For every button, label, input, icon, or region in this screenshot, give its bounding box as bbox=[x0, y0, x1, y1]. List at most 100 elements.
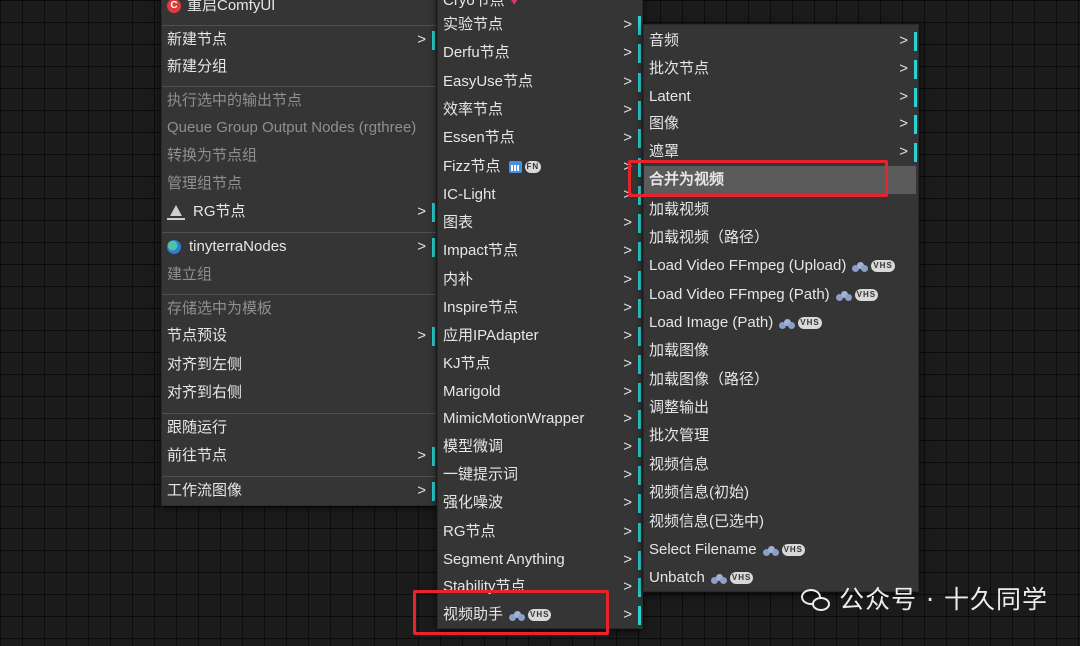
menu-item-load-images[interactable]: 加载图像 bbox=[644, 337, 918, 365]
chevron-right-icon: > bbox=[899, 32, 908, 49]
vhs-badge: VHS bbox=[781, 544, 806, 557]
submenu-marker bbox=[914, 143, 917, 162]
menu-item-derfu-nodes[interactable]: Derfu节点 > bbox=[438, 39, 642, 67]
menu-item-label: 执行选中的输出节点 bbox=[167, 92, 303, 109]
menu-item-rg-nodes-2[interactable]: RG节点 > bbox=[438, 518, 642, 546]
menu-item-enhance-noise[interactable]: 强化噪波 > bbox=[438, 489, 642, 517]
menu-item-label: Load Video FFmpeg (Upload) bbox=[649, 257, 847, 274]
menu-item-essen-nodes[interactable]: Essen节点 > bbox=[438, 124, 642, 152]
menu-item-label: KJ节点 bbox=[443, 355, 491, 372]
globe-icon bbox=[167, 240, 181, 255]
menu-item-one-click-prompt[interactable]: 一键提示词 > bbox=[438, 461, 642, 489]
menu-item-video-info[interactable]: 视频信息 bbox=[644, 451, 918, 479]
menu-item-save-as-template: 存储选中为模板 bbox=[162, 294, 436, 322]
menu-item-label: Queue Group Output Nodes (rgthree) bbox=[167, 119, 417, 136]
menu-item-ic-light[interactable]: IC-Light > bbox=[438, 181, 642, 209]
submenu-marker bbox=[638, 551, 641, 570]
menu-item-new-node[interactable]: 新建节点 > bbox=[162, 25, 436, 53]
submenu-marker bbox=[638, 355, 641, 374]
menu-item-load-video-ffmpeg-upload[interactable]: Load Video FFmpeg (Upload) VHS bbox=[644, 252, 918, 280]
menu-item-video-info-loaded[interactable]: 视频信息(已选中) bbox=[644, 508, 918, 536]
menu-item-experimental-nodes[interactable]: 实验节点 > bbox=[438, 11, 642, 39]
menu-item-label: 前往节点 bbox=[167, 447, 228, 464]
menu-item-tinyterra-nodes[interactable]: tinyterraNodes > bbox=[162, 232, 436, 260]
menu-item-label: Essen节点 bbox=[443, 129, 515, 146]
chevron-right-icon: > bbox=[623, 383, 632, 400]
menu-item-audio[interactable]: 音频 > bbox=[644, 27, 918, 55]
menu-item-label: 视频信息(已选中) bbox=[649, 513, 764, 530]
menu-item-label: 管理组节点 bbox=[167, 175, 243, 192]
menu-item-mimicmotion-wrapper[interactable]: MimicMotionWrapper > bbox=[438, 405, 642, 433]
vhs-badge: VHS bbox=[729, 572, 754, 585]
menu-item-label: 批次节点 bbox=[649, 60, 710, 77]
menu-item-adjust-output[interactable]: 调整输出 bbox=[644, 394, 918, 422]
menu-item-load-images-path[interactable]: 加载图像（路径） bbox=[644, 366, 918, 394]
menu-item-batch-manager[interactable]: 批次管理 bbox=[644, 422, 918, 450]
video-helper-icon bbox=[852, 260, 869, 273]
submenu-marker bbox=[638, 578, 641, 597]
submenu-marker bbox=[638, 383, 641, 402]
menu-item-batch-nodes[interactable]: 批次节点 > bbox=[644, 55, 918, 83]
highlight-box-combine-video bbox=[628, 160, 888, 197]
menu-item-align-left[interactable]: 对齐到左侧 bbox=[162, 351, 436, 379]
menu-item-label: Inspire节点 bbox=[443, 299, 519, 316]
menu-item-efficiency-nodes[interactable]: 效率节点 > bbox=[438, 96, 642, 124]
menu-item-image[interactable]: 图像 > bbox=[644, 110, 918, 138]
menu-item-label: 对齐到右侧 bbox=[167, 384, 243, 401]
chevron-right-icon: > bbox=[623, 214, 632, 231]
menu-item-video-info-source[interactable]: 视频信息(初始) bbox=[644, 479, 918, 507]
submenu-marker bbox=[638, 523, 641, 542]
chevron-right-icon: > bbox=[417, 31, 426, 48]
menu-item-label: 视频信息 bbox=[649, 456, 710, 473]
menu-item-model-finetune[interactable]: 模型微调 > bbox=[438, 433, 642, 461]
chevron-right-icon: > bbox=[899, 88, 908, 105]
video-helper-icon bbox=[779, 317, 796, 330]
menu-item-go-to-node[interactable]: 前往节点 > bbox=[162, 442, 436, 470]
submenu-marker bbox=[638, 327, 641, 346]
chevron-right-icon: > bbox=[623, 271, 632, 288]
menu-item-segment-anything[interactable]: Segment Anything > bbox=[438, 546, 642, 574]
menu-item-kj-nodes[interactable]: KJ节点 > bbox=[438, 350, 642, 378]
menu-item-follow-execution[interactable]: 跟随运行 bbox=[162, 413, 436, 441]
menu-item-easyuse-nodes[interactable]: EasyUse节点 > bbox=[438, 68, 642, 96]
menu-item-apply-ipadapter[interactable]: 应用IPAdapter > bbox=[438, 322, 642, 350]
menu-item-charts[interactable]: 图表 > bbox=[438, 209, 642, 237]
submenu-marker bbox=[638, 129, 641, 148]
context-menu-new-node: Cryo节点 ♥ 实验节点 > Derfu节点 > EasyUse节点 > 效率节点 > … bbox=[437, 0, 643, 629]
menu-item-label: 跟随运行 bbox=[167, 419, 228, 436]
menu-item-load-video[interactable]: 加载视频 bbox=[644, 196, 918, 224]
menu-item-inpaint[interactable]: 内补 > bbox=[438, 266, 642, 294]
menu-item-inspire-nodes[interactable]: Inspire节点 > bbox=[438, 294, 642, 322]
menu-item-align-right[interactable]: 对齐到右侧 bbox=[162, 379, 436, 407]
chevron-right-icon: > bbox=[623, 101, 632, 118]
menu-item-label: tinyterraNodes bbox=[189, 238, 287, 255]
menu-item-label: Fizz节点 bbox=[443, 158, 501, 175]
menu-item-marigold[interactable]: Marigold > bbox=[438, 378, 642, 406]
heart-icon: ♥ bbox=[510, 0, 518, 8]
menu-item-label: 遮罩 bbox=[649, 143, 680, 160]
chevron-right-icon: > bbox=[623, 44, 632, 61]
chevron-right-icon: > bbox=[623, 466, 632, 483]
menu-item-workflow-image[interactable]: 工作流图像 > bbox=[162, 476, 436, 504]
menu-item-load-video-ffmpeg-path[interactable]: Load Video FFmpeg (Path) VHS bbox=[644, 281, 918, 309]
menu-item-label: 加载视频 bbox=[649, 201, 710, 218]
menu-item-load-video-path[interactable]: 加载视频（路径） bbox=[644, 224, 918, 252]
menu-item-label: Load Video FFmpeg (Path) bbox=[649, 286, 830, 303]
menu-item-label: 建立组 bbox=[167, 266, 213, 283]
menu-item-new-group[interactable]: 新建分组 bbox=[162, 53, 436, 81]
chevron-right-icon: > bbox=[623, 242, 632, 259]
menu-item-impact-nodes[interactable]: Impact节点 > bbox=[438, 237, 642, 265]
submenu-marker bbox=[914, 60, 917, 79]
video-helper-icon bbox=[710, 572, 727, 585]
menu-item-fizz-nodes[interactable]: Fizz节点 FN > bbox=[438, 153, 642, 181]
menu-item-latent[interactable]: Latent > bbox=[644, 83, 918, 111]
menu-item-label: Impact节点 bbox=[443, 242, 519, 259]
menu-item-label: 图像 bbox=[649, 115, 680, 132]
menu-item-node-presets[interactable]: 节点预设 > bbox=[162, 322, 436, 350]
menu-item-label: Segment Anything bbox=[443, 551, 565, 568]
menu-item-restart-comfyui[interactable]: C 重启ComfyUI bbox=[162, 0, 436, 20]
menu-item-label: 对齐到左侧 bbox=[167, 356, 243, 373]
menu-item-select-filename[interactable]: Select Filename VHS bbox=[644, 536, 918, 564]
menu-item-load-image-path[interactable]: Load Image (Path) VHS bbox=[644, 309, 918, 337]
menu-item-rg-nodes[interactable]: RG节点 > bbox=[162, 198, 436, 226]
